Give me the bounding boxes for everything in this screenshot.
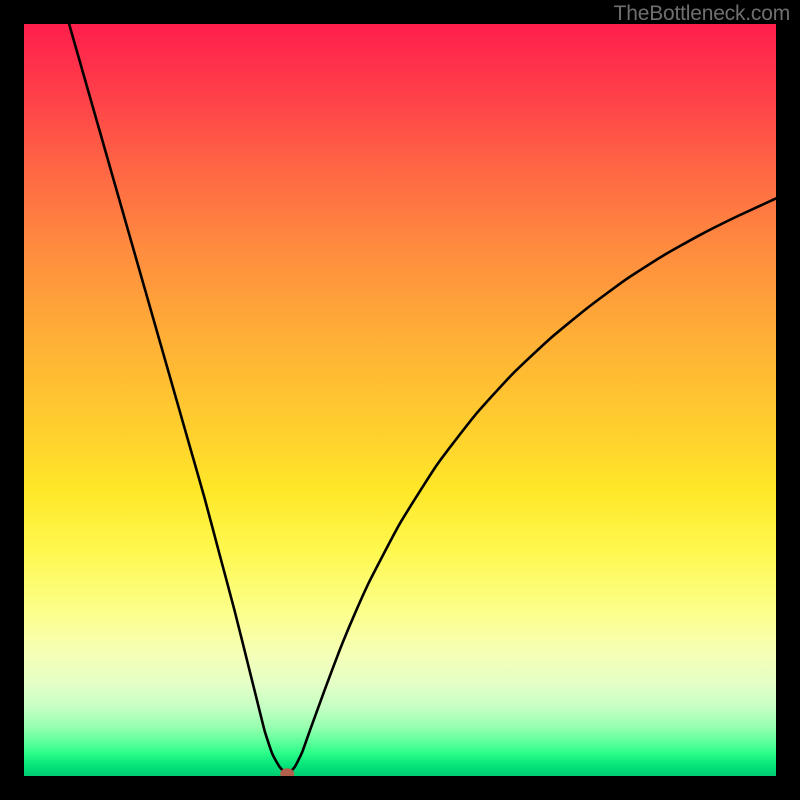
- bottleneck-curve: [69, 24, 776, 774]
- plot-area: [24, 24, 776, 776]
- curve-layer: [24, 24, 776, 776]
- chart-frame: TheBottleneck.com: [0, 0, 800, 800]
- attribution-label: TheBottleneck.com: [614, 2, 790, 26]
